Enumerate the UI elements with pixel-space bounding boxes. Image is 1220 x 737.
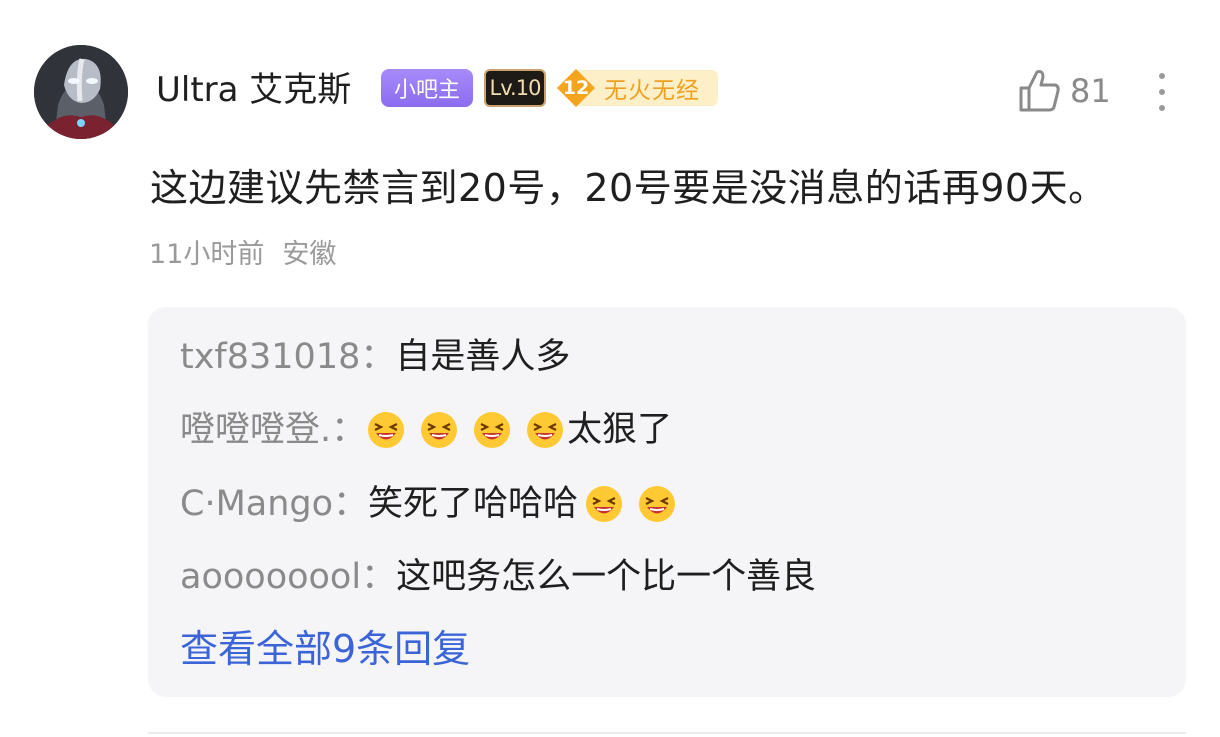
- like-count: 81: [1070, 72, 1111, 110]
- reply-item[interactable]: txf831018： 自是善人多: [180, 333, 570, 381]
- reply-text: 笑死了哈哈哈: [368, 480, 690, 528]
- reply-author[interactable]: C·Mango：: [180, 480, 368, 528]
- username[interactable]: Ultra 艾克斯: [156, 68, 351, 112]
- reply-text: 这吧务怎么一个比一个善良: [396, 557, 817, 597]
- thumbs-up-icon[interactable]: [1017, 68, 1061, 114]
- fire-level-number: 12: [562, 77, 590, 99]
- comment-location: 安徽: [282, 239, 337, 270]
- comment-meta: 11小时前 安徽: [149, 236, 336, 274]
- comment-text: 这边建议先禁言到20号，20号要是没消息的话再90天。: [150, 166, 1107, 210]
- owner-badge: 小吧主: [381, 69, 473, 107]
- laughing-face-emoji: [639, 486, 676, 522]
- reply-author[interactable]: aoooooool：: [180, 553, 396, 601]
- reply-author[interactable]: txf831018：: [180, 333, 395, 381]
- reply-item[interactable]: aoooooool： 这吧务怎么一个比一个善良: [180, 553, 816, 601]
- avatar-image: [34, 45, 128, 139]
- more-vertical-icon[interactable]: [1154, 70, 1170, 114]
- avatar[interactable]: [34, 45, 128, 139]
- fire-badge: 无火无经 12: [556, 68, 718, 108]
- level-badge: Lv.10: [484, 69, 546, 107]
- laughing-face-emoji: [368, 412, 405, 448]
- reply-item[interactable]: 噔噔噔登.： 太狠了: [180, 406, 672, 454]
- view-all-replies-link[interactable]: 查看全部9条回复: [180, 624, 470, 674]
- reply-item[interactable]: C·Mango： 笑死了哈哈哈: [180, 480, 690, 528]
- laughing-face-emoji: [474, 412, 511, 448]
- laughing-face-emoji: [586, 486, 623, 522]
- reply-text: 太狠了: [366, 406, 672, 454]
- laughing-face-emoji: [527, 412, 564, 448]
- laughing-face-emoji: [421, 412, 458, 448]
- reply-author[interactable]: 噔噔噔登.：: [180, 406, 366, 454]
- divider: [148, 732, 1186, 734]
- reply-text: 自是善人多: [395, 337, 571, 377]
- comment-time: 11小时前: [149, 239, 265, 270]
